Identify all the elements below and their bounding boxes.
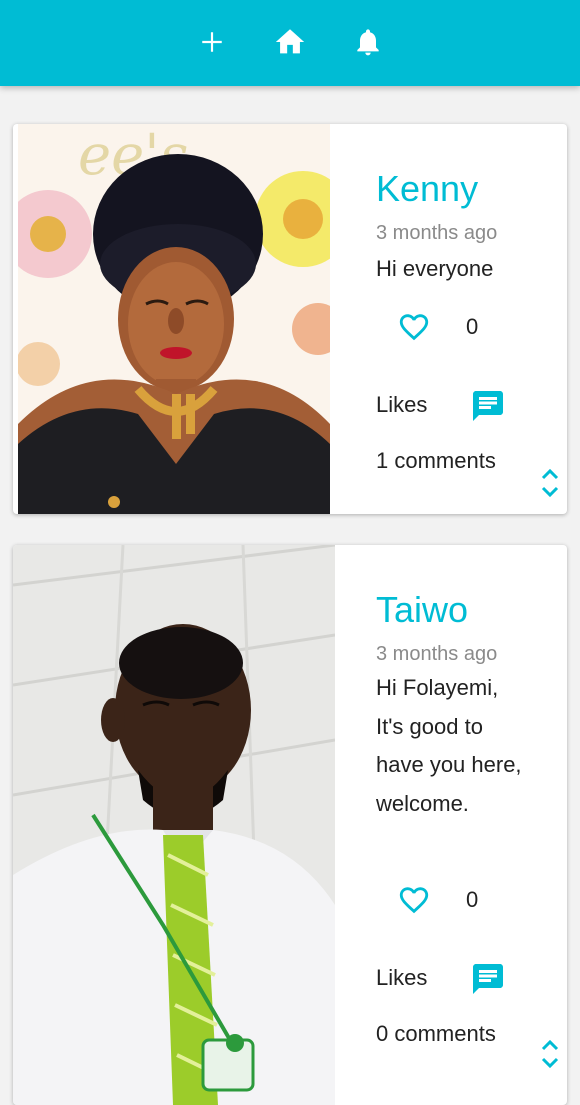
like-count: 0 [466, 887, 479, 912]
author-name[interactable]: Taiwo [376, 589, 468, 631]
likes-label: Likes [376, 965, 428, 990]
comment-icon[interactable] [470, 961, 506, 997]
post-photo [13, 545, 335, 1105]
post-card: Taiwo 3 months ago Hi Folayemi, It's goo… [13, 545, 567, 1105]
home-icon [275, 29, 305, 54]
comments-count[interactable]: 1 comments [376, 448, 496, 474]
add-icon [202, 32, 222, 52]
notifications-icon [357, 29, 379, 56]
comments-count[interactable]: 0 comments [376, 1021, 496, 1047]
top-app-bar [0, 0, 580, 86]
heart-icon[interactable] [396, 883, 432, 917]
post-message: Hi Folayemi, It's good to have you here,… [376, 675, 522, 816]
post-time: 3 months ago [376, 643, 498, 665]
add-button[interactable] [192, 22, 232, 62]
post-time: 3 months ago [376, 222, 498, 244]
like-count: 0 [466, 314, 479, 339]
likes-label: Likes [376, 392, 428, 417]
post-message: Hi everyone [376, 256, 494, 281]
expand-icon[interactable] [538, 466, 562, 500]
heart-icon[interactable] [396, 310, 432, 344]
post-card: ee's Kenny 3 months ago Hi everyone 0 Li… [13, 124, 567, 514]
notifications-button[interactable] [348, 22, 388, 62]
comment-icon[interactable] [470, 388, 506, 424]
expand-icon[interactable] [538, 1037, 562, 1071]
post-photo: ee's [18, 124, 330, 514]
author-name[interactable]: Kenny [376, 168, 478, 210]
home-button[interactable] [270, 22, 310, 62]
